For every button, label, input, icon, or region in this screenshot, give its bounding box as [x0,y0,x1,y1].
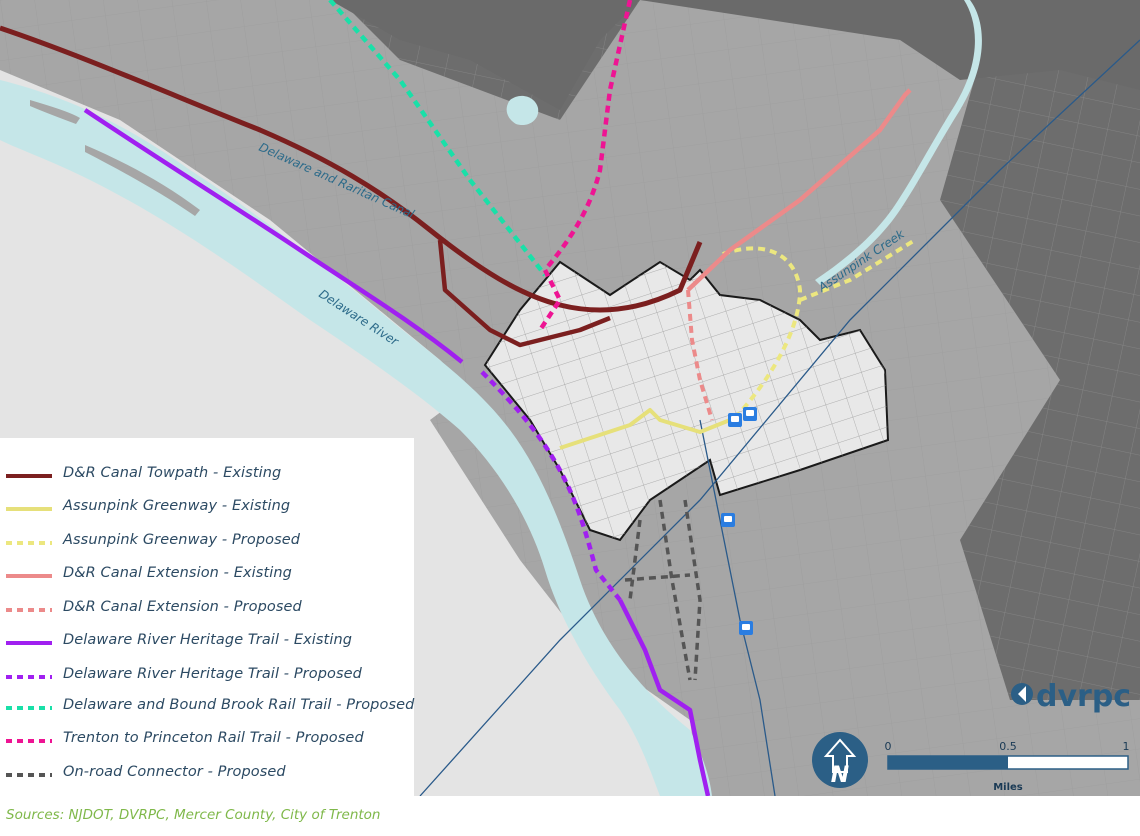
legend-label: D&R Canal Extension - Proposed [63,598,302,615]
legend-item: Assunpink Greenway - Proposed [0,523,414,556]
legend-swatch [6,635,52,645]
scale-tick-end: 1 [1123,740,1130,753]
legend-swatch [6,700,52,710]
north-arrow-icon: N [812,732,868,788]
sources-note: Sources: NJDOT, DVRPC, Mercer County, Ci… [6,807,381,823]
train-station-icon [728,413,742,427]
legend-label: Delaware River Heritage Trail - Existing [63,631,353,648]
legend-label: Trenton to Princeton Rail Trail - Propos… [63,729,364,746]
scale-tick-mid: 0.5 [999,740,1017,753]
legend-swatch [6,602,52,612]
legend-swatch [6,568,52,578]
legend-label: Delaware River Heritage Trail - Proposed [63,665,362,682]
logo-text: dvrpc [1036,679,1131,714]
legend-item: D&R Canal Towpath - Existing [0,456,414,489]
legend-label: Assunpink Greenway - Existing [63,497,291,514]
scale-unit: Miles [993,782,1023,793]
legend-label: D&R Canal Towpath - Existing [63,464,282,481]
svg-text:N: N [831,763,849,788]
train-station-icon [743,407,757,421]
legend-swatch [6,733,52,743]
legend-item: On-road Connector - Proposed [0,755,414,788]
legend-label: Delaware and Bound Brook Rail Trail - Pr… [63,696,415,713]
legend-item: Delaware River Heritage Trail - Existing [0,623,414,656]
train-station-icon [739,621,753,635]
map-legend: D&R Canal Towpath - Existing Assunpink G… [0,438,414,796]
legend-item: Delaware and Bound Brook Rail Trail - Pr… [0,688,414,721]
legend-swatch [6,767,52,777]
legend-label: On-road Connector - Proposed [63,763,286,780]
legend-item: Delaware River Heritage Trail - Proposed [0,657,414,690]
legend-label: Assunpink Greenway - Proposed [63,531,301,548]
legend-swatch [6,468,52,478]
legend-item: Assunpink Greenway - Existing [0,489,414,522]
legend-item: D&R Canal Extension - Proposed [0,590,414,623]
legend-swatch [6,535,52,545]
legend-item: Trenton to Princeton Rail Trail - Propos… [0,721,414,754]
legend-swatch [6,669,52,679]
train-station-icon [721,513,735,527]
legend-swatch [6,501,52,511]
legend-label: D&R Canal Extension - Existing [63,564,292,581]
scale-tick-0: 0 [885,740,892,753]
legend-item: D&R Canal Extension - Existing [0,556,414,589]
